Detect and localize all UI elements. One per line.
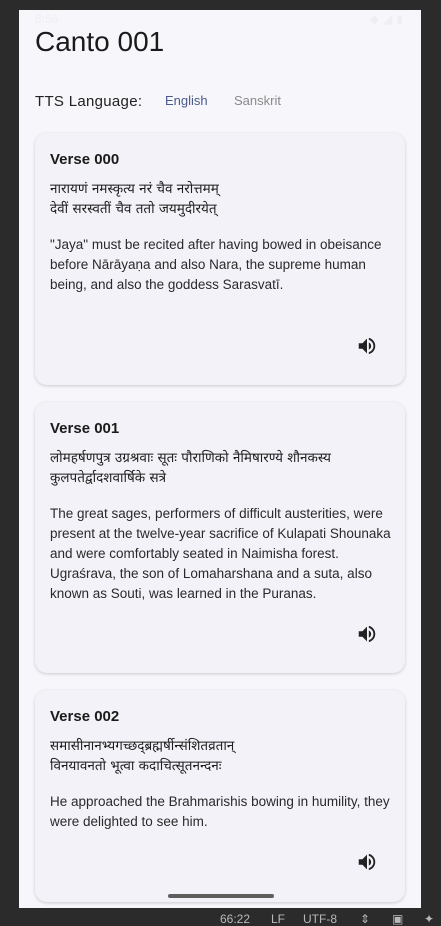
verse-title: Verse 001 — [50, 420, 120, 437]
gesture-handle[interactable] — [168, 894, 274, 898]
indent-icon[interactable]: ⇕ — [360, 912, 370, 926]
sanskrit-line: विनयावनतो भूत्वा कदाचित्सूतनन्दनः — [50, 758, 222, 774]
cursor-position[interactable]: 66:22 — [220, 912, 250, 926]
verse-title: Verse 000 — [50, 151, 120, 168]
verse-title: Verse 002 — [50, 708, 120, 725]
tts-option-english[interactable]: English — [165, 93, 208, 108]
app-screen: 8:56 ◆◢▮ Canto 001 TTS Language: English… — [19, 10, 421, 908]
tts-option-sanskrit[interactable]: Sanskrit — [234, 93, 281, 108]
sanskrit-line: लोमहर्षणपुत्र उग्रश्रवाः सूतः पौराणिको न… — [50, 450, 331, 466]
volume-up-icon[interactable] — [356, 623, 378, 645]
signal-icon: ◢ — [383, 12, 397, 26]
verse-sanskrit: लोमहर्षणपुत्र उग्रश्रवाः सूतः पौराणिको न… — [50, 448, 395, 488]
volume-up-icon[interactable] — [356, 851, 378, 873]
verse-translation: "Jaya" must be recited after having bowe… — [50, 237, 382, 292]
sanskrit-line: समासीनानभ्यगच्छद्ब्रह्मर्षीन्संशितव्रतान… — [50, 738, 235, 754]
status-icons: ◆◢▮ — [370, 12, 407, 26]
file-encoding[interactable]: UTF-8 — [303, 912, 337, 926]
verse-translation: He approached the Brahmarishis bowing in… — [50, 794, 390, 829]
page-title: Canto 001 — [35, 26, 165, 57]
verse-card: Verse 001 लोमहर्षणपुत्र उग्रश्रवाः सूतः … — [35, 402, 405, 673]
wifi-icon: ◆ — [369, 12, 384, 26]
verse-card: Verse 002 समासीनानभ्यगच्छद्ब्रह्मर्षीन्स… — [35, 690, 405, 902]
sanskrit-line: नारायणं नमस्कृत्य नरं चैव नरोत्तमम् — [50, 181, 219, 197]
sanskrit-line: कुलपतेर्द्वादशवार्षिके सत्रे — [50, 470, 167, 486]
assistant-icon[interactable]: ✦ — [424, 912, 434, 926]
battery-icon: ▮ — [396, 12, 407, 26]
line-ending[interactable]: LF — [271, 912, 285, 926]
status-time: 8:56 — [35, 12, 59, 26]
ide-status-bar: 66:22 LF UTF-8 ⇕ ▣ ✦ — [0, 908, 441, 926]
notifications-icon[interactable]: ▣ — [392, 912, 403, 926]
verse-sanskrit: नारायणं नमस्कृत्य नरं चैव नरोत्तमम् देवी… — [50, 179, 395, 219]
verse-card: Verse 000 नारायणं नमस्कृत्य नरं चैव नरोत… — [35, 133, 405, 385]
sanskrit-line: देवीं सरस्वतीं चैव ततो जयमुदीरयेत् — [50, 201, 217, 217]
verse-translation: The great sages, performers of difficult… — [50, 506, 391, 601]
tts-language-label: TTS Language: — [35, 93, 143, 110]
verse-sanskrit: समासीनानभ्यगच्छद्ब्रह्मर्षीन्संशितव्रतान… — [50, 736, 395, 776]
volume-up-icon[interactable] — [356, 335, 378, 357]
